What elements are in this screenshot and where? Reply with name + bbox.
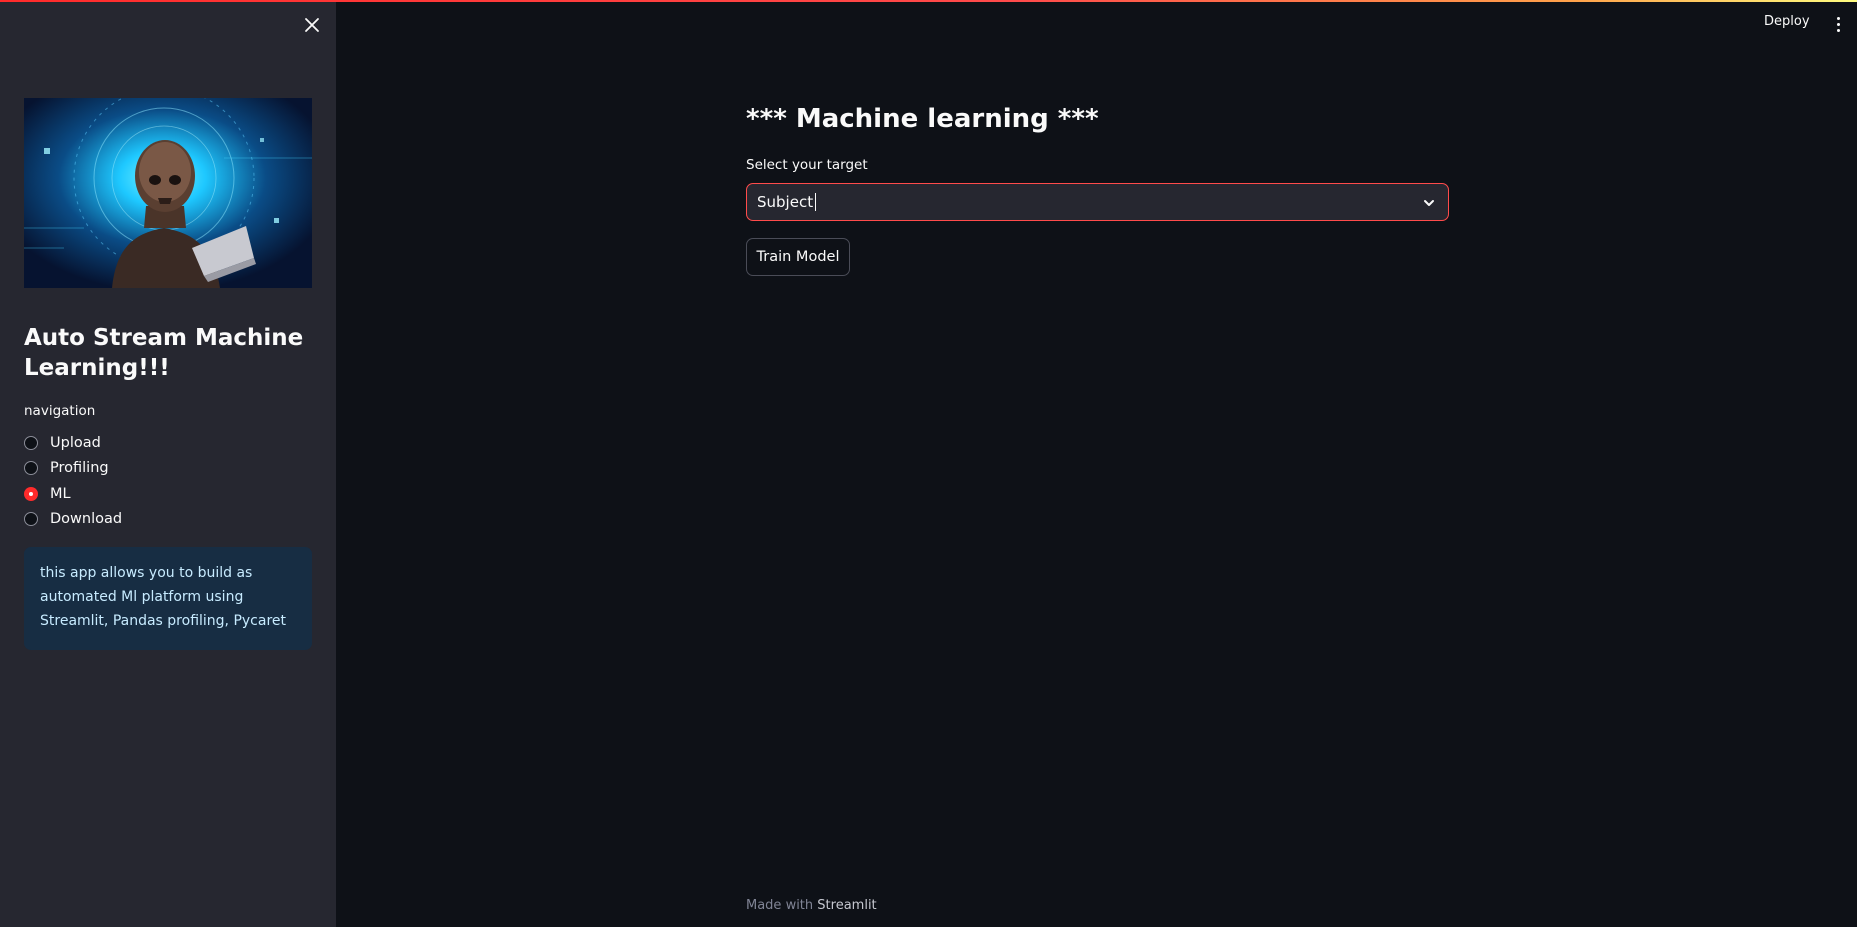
sidebar-hero-image (24, 98, 312, 288)
close-sidebar-button[interactable] (302, 14, 322, 36)
top-decoration-bar (0, 0, 1857, 2)
train-model-button[interactable]: Train Model (746, 238, 850, 276)
radio-circle-icon (24, 512, 38, 527)
deploy-button[interactable]: Deploy (1764, 14, 1810, 29)
main-menu-button[interactable] (1832, 14, 1844, 34)
radio-circle-icon (24, 461, 38, 476)
info-alert: this app allows you to build as automate… (24, 547, 312, 650)
navigation-radio-group: Upload Profiling ML Download (24, 430, 312, 532)
select-value: Subject (757, 193, 814, 211)
radio-label: Profiling (50, 460, 109, 477)
footer-prefix: Made with (746, 898, 814, 913)
target-select[interactable]: Subject (746, 183, 1449, 221)
navigation-label: navigation (24, 403, 96, 419)
radio-label: ML (50, 485, 71, 502)
radio-selected-icon (24, 486, 38, 501)
info-text: this app allows you to build as automate… (40, 565, 287, 629)
kebab-dot-icon (1836, 16, 1840, 20)
radio-upload[interactable]: Upload (24, 430, 312, 456)
radio-download[interactable]: Download (24, 507, 312, 533)
radio-circle-icon (24, 435, 38, 450)
chevron-down-icon (1424, 200, 1434, 206)
kebab-dot-icon (1836, 28, 1840, 32)
text-cursor (815, 193, 817, 211)
radio-label: Upload (50, 434, 101, 451)
sidebar: Auto Stream Machine Learning!!! navigati… (0, 0, 336, 927)
page-title: *** Machine learning *** (746, 104, 1099, 134)
footer: Made with Streamlit (746, 898, 877, 913)
sidebar-title: Auto Stream Machine Learning!!! (24, 325, 304, 381)
close-icon (305, 18, 319, 32)
radio-label: Download (50, 511, 123, 528)
kebab-dot-icon (1836, 22, 1840, 26)
footer-brand-link[interactable]: Streamlit (817, 898, 876, 913)
radio-profiling[interactable]: Profiling (24, 456, 312, 482)
radio-ml[interactable]: ML (24, 481, 312, 507)
select-target-label: Select your target (746, 157, 868, 173)
